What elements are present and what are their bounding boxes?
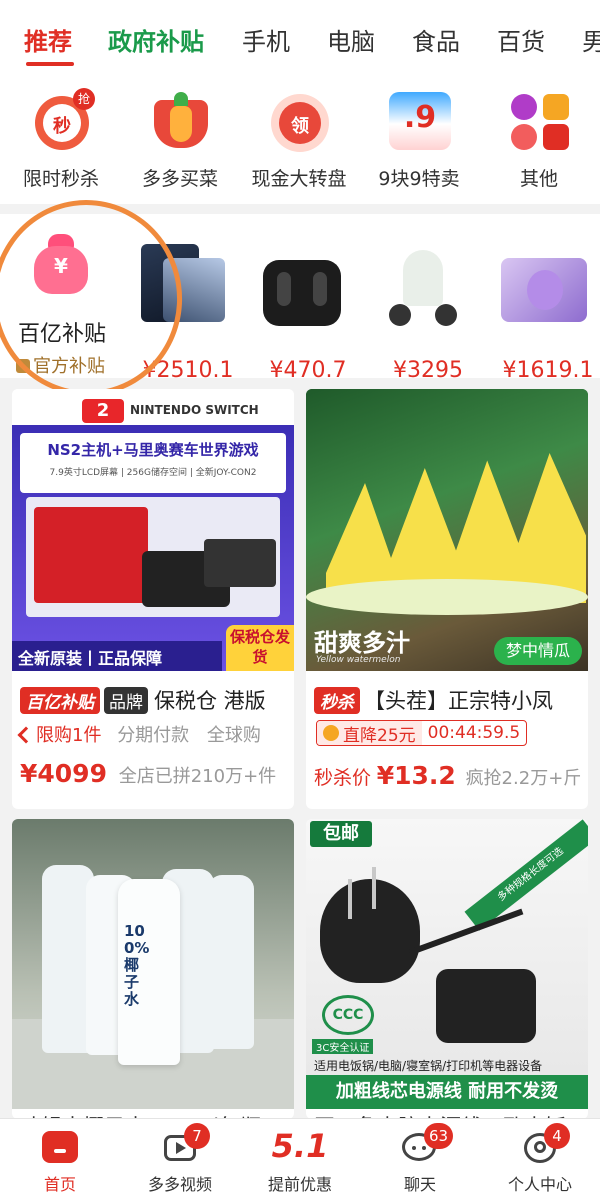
subsidy-tag: 百亿补贴 (20, 687, 100, 714)
tab-computers[interactable]: 电脑 (327, 22, 375, 57)
shortcut-grocery[interactable]: 多多买菜 (125, 88, 235, 191)
flash-sale-tag: 秒杀 (314, 687, 360, 714)
brand-tag: 品牌 (104, 687, 148, 714)
switch-product-photo: 2 NINTENDO SWITCH NS2主机+马里奥赛车世界游戏 7.9英寸L… (12, 389, 294, 671)
subsidy-product-3[interactable]: ¥3295 (368, 234, 478, 383)
shortcut-nine-nine[interactable]: .9 9块9特卖 (364, 88, 474, 191)
subsidy-product-2[interactable]: ¥470.7 (248, 234, 358, 383)
earbuds-product-image (253, 234, 353, 326)
shortcut-row: 秒 抢 限时秒杀 多多买菜 领 现金大转盘 .9 9块9特卖 其他 (0, 74, 600, 204)
scooter-product-image (373, 234, 473, 326)
purple-tablet-product-image (493, 234, 593, 326)
video-icon: 7 (160, 1123, 210, 1165)
purchase-limit: 限购1件 (17, 725, 101, 746)
other-apps-grid-icon (507, 88, 571, 152)
free-shipping-tag: 包邮 (310, 821, 372, 847)
bottom-nav: 首页 7 多多视频 5.1 提前优惠 63 聊天 4 个人中心 (0, 1118, 600, 1199)
power-cable-product-photo: 包邮 多种规格长度可选 CCC 3C安全认证 适用电饭锅/电脑/寝室锅/打印机等… (306, 819, 588, 1109)
tab-general[interactable]: 百货 (497, 22, 545, 57)
tab-gov-subsidy[interactable]: 政府补贴 (108, 22, 204, 57)
product-price: ¥13.2 (376, 761, 456, 790)
profile-badge: 4 (544, 1123, 570, 1149)
coconut-water-product-photo: 100%椰子水 (12, 819, 294, 1109)
shortcut-cash-wheel[interactable]: 领 现金大转盘 (244, 88, 354, 191)
global-purchase-label: 全球购 (206, 725, 261, 746)
product-title: 【头茬】正宗特小凤 (364, 689, 553, 713)
cash-wheel-icon: 领 (267, 88, 331, 152)
tab-food[interactable]: 食品 (412, 22, 460, 57)
app-screen: 推荐 政府补贴 手机 电脑 食品 百货 男 秒 抢 限时秒杀 多多买菜 领 现金… (0, 0, 600, 1199)
product-card-watermelon[interactable]: 甜爽多汁 Yellow watermelon 梦中情瓜 秒杀 【头茬】正宗特小凤 … (306, 389, 588, 809)
home-icon (40, 1127, 80, 1165)
flash-sale-badge: 抢 (73, 88, 95, 110)
active-tab-indicator (26, 62, 74, 66)
ccc-cert-icon: CCC (322, 995, 374, 1035)
sold-count: 全店已拼210万+件 (118, 766, 277, 787)
category-tabs: 推荐 政府补贴 手机 电脑 食品 百货 男 (0, 0, 600, 74)
product-card-switch[interactable]: 2 NINTENDO SWITCH NS2主机+马里奥赛车世界游戏 7.9英寸L… (12, 389, 294, 809)
nav-profile[interactable]: 4 个人中心 (480, 1119, 600, 1199)
countdown-box: 直降25元 00:44:59.5 (316, 720, 528, 746)
tab-recommend[interactable]: 推荐 (24, 22, 72, 57)
sold-count: 疯抢2.2万+斤 (465, 768, 582, 789)
watermelon-product-photo: 甜爽多汁 Yellow watermelon 梦中情瓜 (306, 389, 588, 671)
nav-home[interactable]: 首页 (0, 1119, 120, 1199)
product-card-coconut-water[interactable]: 100%椰子水 味轻本椰子水 150ml每瓶 (12, 819, 294, 1119)
chat-badge: 63 (424, 1123, 454, 1149)
bottle-label: 100%椰子水 (124, 922, 150, 1008)
cable-bottom-banner: 加粗线芯电源线 耐用不发烫 (306, 1075, 588, 1109)
nine-nine-sale-icon: .9 (387, 88, 451, 152)
promo-5-1-icon: 5.1 (271, 1127, 329, 1165)
nav-promo[interactable]: 5.1 提前优惠 (240, 1119, 360, 1199)
grocery-carrot-icon (148, 88, 212, 152)
switch-logo: 2 (82, 399, 124, 423)
tab-phones[interactable]: 手机 (242, 22, 290, 57)
green-tag: 梦中情瓜 (494, 637, 582, 665)
product-title: 保税仓 港版 (154, 689, 266, 713)
profile-icon: 4 (520, 1123, 570, 1165)
subsidy-product-4[interactable]: ¥1619.1 (488, 234, 598, 383)
shortcut-other[interactable]: 其他 (484, 88, 594, 191)
chat-icon: 63 (400, 1123, 454, 1165)
flash-price-label: 秒杀价 (314, 767, 372, 789)
product-price: ¥4099 (20, 759, 107, 788)
shortcut-flash-sale[interactable]: 秒 抢 限时秒杀 (6, 88, 116, 191)
product-card-power-cable[interactable]: 包邮 多种规格长度可选 CCC 3C安全认证 适用电饭锅/电脑/寝室锅/打印机等… (306, 819, 588, 1119)
tab-men[interactable]: 男 (582, 22, 600, 57)
nav-video[interactable]: 7 多多视频 (120, 1119, 240, 1199)
flash-sale-clock-icon: 秒 抢 (29, 88, 95, 152)
countdown-timer: 00:44:59.5 (427, 723, 521, 743)
alarm-clock-icon (323, 725, 339, 741)
bonded-warehouse-badge: 保税仓发货 (226, 625, 294, 671)
video-badge: 7 (184, 1123, 210, 1149)
nav-chat[interactable]: 63 聊天 (360, 1119, 480, 1199)
installment-label: 分期付款 (117, 725, 190, 746)
